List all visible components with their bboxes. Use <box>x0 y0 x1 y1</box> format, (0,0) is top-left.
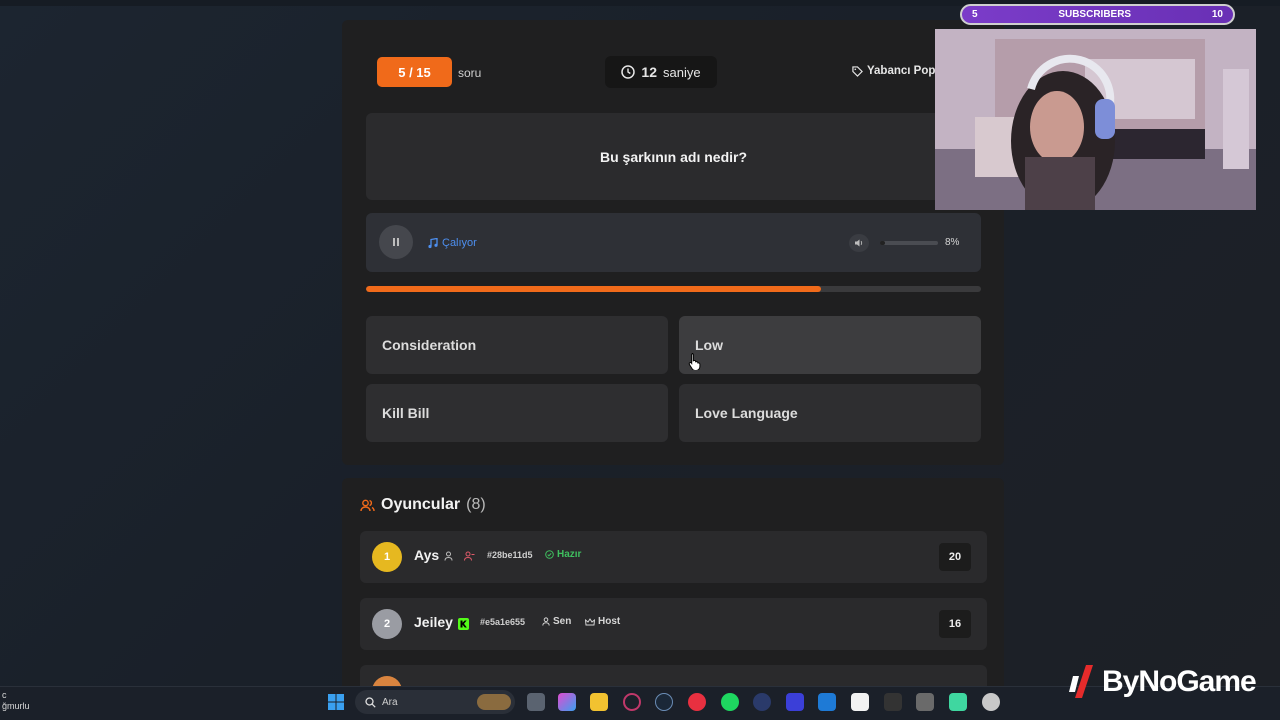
player-name: Jeiley <box>414 614 453 630</box>
spotify-icon[interactable] <box>721 693 739 711</box>
volume-percent: 8% <box>945 237 960 248</box>
hand-cursor-icon <box>688 353 701 370</box>
notion-icon[interactable] <box>851 693 869 711</box>
volume-button[interactable] <box>849 234 869 252</box>
player-row: 1 Ays #28be11d5 Hazır 20 <box>360 531 987 583</box>
player-tag: #e5a1e655 <box>480 617 526 627</box>
ready-status-text: Hazır <box>557 549 582 560</box>
player-row: 2 Jeiley #e5a1e655 Sen Host 16 <box>360 598 987 650</box>
answer-option-3[interactable]: Kill Bill <box>366 384 668 442</box>
music-note-icon <box>428 237 438 248</box>
windows-start-icon[interactable] <box>327 693 345 711</box>
taskbar-search-placeholder: Ara <box>382 696 398 708</box>
users-icon <box>360 499 375 511</box>
answer-option-2[interactable]: Low <box>679 316 981 374</box>
speaker-icon <box>855 239 863 247</box>
playing-status: Çalıyor <box>428 237 477 249</box>
you-label: Sen <box>542 616 571 627</box>
ready-status: Hazır <box>545 549 581 560</box>
pause-icon <box>393 238 399 246</box>
weather-line-1: c <box>2 690 7 700</box>
search-icon <box>365 696 376 708</box>
webcam-image <box>935 29 1256 210</box>
pause-button[interactable] <box>379 225 413 259</box>
timer-value: 12 <box>641 64 657 80</box>
bynogame-mark-icon <box>1069 665 1093 698</box>
question-counter-suffix: soru <box>458 66 482 80</box>
messaging-icon[interactable] <box>949 693 967 711</box>
search-highlight-image <box>477 694 511 710</box>
remove-friend-icon[interactable] <box>464 551 475 561</box>
song-progress-bar <box>366 286 981 292</box>
answer-option-1[interactable]: Consideration <box>366 316 668 374</box>
volume-slider-fill <box>880 241 885 245</box>
subscriber-goal-label: SUBSCRIBERS <box>1058 9 1132 20</box>
ide-icon[interactable] <box>786 693 804 711</box>
player-tag: #28be11d5 <box>487 550 533 560</box>
app-store-icon[interactable] <box>753 693 771 711</box>
weather-widget[interactable]: c ğmurlu <box>2 690 30 712</box>
host-label-text: Host <box>598 616 621 627</box>
obs-icon[interactable] <box>982 693 1000 711</box>
task-view-icon[interactable] <box>527 693 545 711</box>
file-explorer-icon[interactable] <box>590 693 608 711</box>
timer: 12 saniye <box>605 56 717 88</box>
clock-icon <box>621 65 636 79</box>
bynogame-logo-text: ByNoGame <box>1102 665 1257 698</box>
subscriber-goal-start: 5 <box>972 9 978 20</box>
subscriber-goal-end: 10 <box>1211 9 1223 20</box>
playing-label: Çalıyor <box>442 237 477 249</box>
you-label-text: Sen <box>553 616 572 627</box>
rank-badge: 1 <box>372 542 402 572</box>
vscode-icon[interactable] <box>818 693 836 711</box>
question-text: Bu şarkının adı nedir? <box>366 113 981 200</box>
question-counter-badge: 5 / 15 <box>377 57 452 87</box>
webcam-feed <box>935 29 1256 210</box>
player-score: 16 <box>939 610 971 638</box>
weather-line-2: ğmurlu <box>2 701 30 711</box>
rank-badge: 2 <box>372 609 402 639</box>
players-title-text: Oyuncular <box>381 496 461 513</box>
tag-icon <box>852 65 863 77</box>
steam-icon[interactable] <box>655 693 673 711</box>
media-app-icon[interactable] <box>916 693 934 711</box>
chat-app-icon[interactable] <box>688 693 706 711</box>
host-label: Host <box>585 616 620 627</box>
answer-option-4[interactable]: Love Language <box>679 384 981 442</box>
epic-games-icon[interactable] <box>884 693 902 711</box>
players-count: (8) <box>466 496 486 513</box>
subscriber-goal-bar: 5 SUBSCRIBERS 10 <box>960 4 1235 25</box>
browser-icon[interactable] <box>623 693 641 711</box>
players-title: Oyuncular (8) <box>360 496 486 514</box>
timer-unit: saniye <box>663 64 701 80</box>
crown-icon <box>585 617 595 625</box>
bynogame-logo: ByNoGame <box>1068 664 1257 700</box>
user-icon <box>444 551 453 561</box>
genre-text: Yabancı Pop <box>867 65 936 77</box>
player-name: Ays <box>414 547 440 563</box>
song-progress-fill <box>366 286 822 292</box>
player-score: 20 <box>939 543 971 571</box>
user-icon <box>542 617 550 626</box>
kick-badge-icon <box>458 618 469 630</box>
copilot-icon[interactable] <box>558 693 576 711</box>
genre-label: Yabancı Pop <box>852 65 935 77</box>
check-circle-icon <box>545 550 554 559</box>
taskbar-search[interactable]: Ara <box>355 690 515 714</box>
volume-slider[interactable] <box>880 241 938 245</box>
